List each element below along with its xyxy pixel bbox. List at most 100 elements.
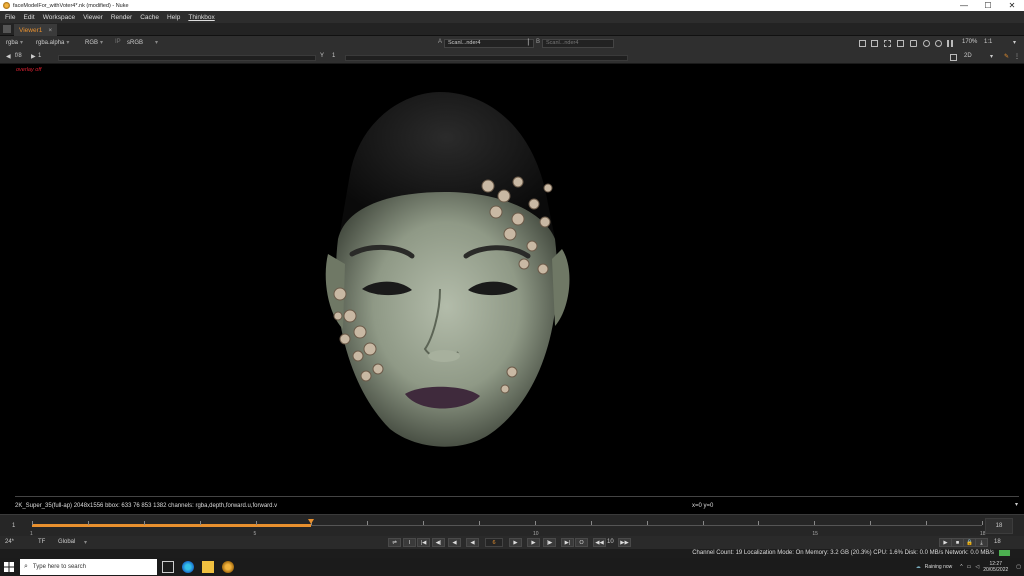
tray-chevron-icon[interactable]: ^ [960, 564, 962, 570]
menu-render[interactable]: Render [111, 14, 132, 21]
channel-dropdown[interactable]: rgba.alpha ▾ [36, 39, 69, 46]
nuke-taskbar-icon[interactable] [222, 561, 234, 573]
next-keyframe-button[interactable]: |▶ [543, 538, 556, 547]
current-frame-field[interactable]: 6 [485, 538, 503, 547]
zoom-dropdown[interactable]: 170% [962, 39, 977, 45]
display-dropdown[interactable]: RGB ▾ [85, 39, 103, 46]
timeline-tick [255, 521, 257, 525]
frame-step-icon[interactable]: ▶ [31, 53, 36, 60]
out-point-button[interactable]: O [575, 538, 588, 547]
monitor-icon[interactable] [897, 40, 904, 47]
panel-menu-icon[interactable] [3, 25, 11, 33]
menu-edit[interactable]: Edit [23, 14, 34, 21]
weather-text[interactable]: Raining now [925, 564, 953, 570]
pause-icon[interactable] [947, 40, 953, 47]
range-dropdown[interactable]: Global [58, 539, 75, 545]
menu-help[interactable]: Help [167, 14, 180, 21]
input-b-dropdown[interactable]: Scanl...nder4 [542, 39, 614, 48]
gain-slider[interactable] [58, 55, 316, 61]
menu-thinkbox[interactable]: Thinkbox [188, 14, 214, 21]
input-a-dropdown[interactable]: Scanl...nder4 [444, 39, 534, 48]
info-expand-icon[interactable]: ▾ [1015, 501, 1018, 508]
paint-brush-icon[interactable]: ✎ [1004, 53, 1009, 60]
timeline-tick [87, 521, 89, 525]
lut-dropdown[interactable]: sRGB ▾ [127, 39, 158, 46]
close-button[interactable]: ✕ [1000, 0, 1024, 11]
windows-start-icon[interactable] [4, 562, 14, 572]
tf-dropdown[interactable]: TF [38, 539, 45, 545]
frame-step-value[interactable]: 1 [38, 53, 41, 59]
end-frame-field[interactable]: 18 [994, 539, 1001, 545]
region-icon[interactable] [871, 40, 878, 47]
maximize-button[interactable]: ☐ [976, 0, 1000, 11]
fps-dropdown[interactable]: 24* [5, 539, 14, 545]
gain-toggle-icon[interactable]: ◀ [6, 53, 11, 60]
playback-controls: 24* TF Global ▾ ⇌ I |◀ ◀| ◀ ◀ 6 ▶ ▶ |▶ ▶… [0, 536, 1024, 549]
more-icon[interactable]: ⋮ [1014, 53, 1020, 60]
ip-toggle[interactable]: IP [115, 39, 121, 45]
roi-icon[interactable] [859, 40, 866, 47]
view-mode-dropdown[interactable]: 2D [964, 53, 972, 59]
refresh-icon[interactable] [935, 40, 942, 47]
fullscreen-icon[interactable] [950, 54, 957, 61]
menu-file[interactable]: File [5, 14, 15, 21]
last-frame-button[interactable]: ▶| [561, 538, 574, 547]
skip-forward-button[interactable]: ▶▶ [618, 538, 631, 547]
search-placeholder: Type here to search [32, 564, 86, 570]
step-forward-button[interactable]: ▶ [527, 538, 540, 547]
timeline-tick [926, 521, 928, 525]
timeline-tick [423, 521, 425, 525]
task-view-icon[interactable] [162, 561, 174, 573]
playback-mode-button[interactable]: ⇌ [388, 538, 401, 547]
in-point-button[interactable]: I [403, 538, 416, 547]
chevron-down-icon[interactable]: ▾ [84, 539, 87, 546]
wipe-icon[interactable] [884, 40, 891, 47]
layer-dropdown[interactable]: rgba ▾ [6, 39, 23, 46]
step-back-button[interactable]: ◀ [448, 538, 461, 547]
gamma-value[interactable]: 1 [332, 53, 335, 59]
gamma-label: Y [320, 53, 325, 59]
ratio-dropdown[interactable]: 1:1 [984, 39, 992, 45]
timeline-end-frame[interactable]: 18 [985, 518, 1013, 534]
menu-cache[interactable]: Cache [140, 14, 159, 21]
overlay-status-label: overlay off [16, 67, 42, 73]
fstop-value[interactable]: f/8 [15, 53, 22, 59]
guides-icon[interactable] [910, 40, 917, 47]
proxy-icon[interactable] [923, 40, 930, 47]
skip-back-button[interactable]: ◀◀ [593, 538, 606, 547]
play-backward-button[interactable]: ◀ [466, 538, 479, 547]
playhead-marker[interactable] [308, 519, 315, 524]
window-title-bar: faceModelFor_withVoter4*.nk (modified) -… [0, 0, 1024, 11]
prev-keyframe-button[interactable]: ◀| [432, 538, 445, 547]
tab-viewer1[interactable]: Viewer1 × [14, 24, 58, 36]
chevron-down-icon: ▾ [20, 40, 24, 46]
export-icon[interactable]: ⤓ [975, 538, 988, 547]
weather-icon[interactable]: ☁ [916, 564, 921, 570]
increment-value[interactable]: 10 [607, 539, 614, 545]
speaker-icon[interactable]: ◁ [975, 564, 979, 570]
viewer-canvas[interactable] [0, 64, 1024, 500]
timeline-tick [367, 521, 369, 525]
ab-divider-icon[interactable]: ▏ [528, 39, 533, 46]
menu-bar: File Edit Workspace Viewer Render Cache … [0, 11, 1024, 23]
chevron-down-icon[interactable]: ▾ [990, 53, 993, 60]
timeline-tick [534, 521, 536, 525]
file-explorer-icon[interactable] [202, 561, 214, 573]
menu-workspace[interactable]: Workspace [43, 14, 75, 21]
notifications-icon[interactable]: ▢ [1016, 564, 1021, 570]
timeline[interactable]: 1 1 5 10 15 18 18 [0, 514, 1024, 537]
toolbar-menu-icon[interactable]: ▾ [1013, 39, 1016, 46]
chevron-down-icon: ▾ [66, 40, 70, 46]
taskbar-search-box[interactable]: ⌕ Type here to search [20, 559, 157, 575]
edge-browser-icon[interactable] [182, 561, 194, 573]
clock[interactable]: 12:27 20/05/2022 [983, 561, 1008, 573]
first-frame-button[interactable]: |◀ [417, 538, 430, 547]
tab-close-icon[interactable]: × [48, 27, 52, 34]
viewer-toolbar: rgba ▾ rgba.alpha ▾ RGB ▾ IP sRGB ▾ A Scanl.… [0, 36, 1024, 51]
menu-viewer[interactable]: Viewer [83, 14, 103, 21]
minimize-button[interactable]: — [952, 0, 976, 11]
play-forward-button[interactable]: ▶ [509, 538, 522, 547]
network-icon[interactable]: ▭ [967, 564, 972, 570]
timeline-start-frame[interactable]: 1 [12, 523, 15, 529]
gamma-slider[interactable] [345, 55, 628, 61]
